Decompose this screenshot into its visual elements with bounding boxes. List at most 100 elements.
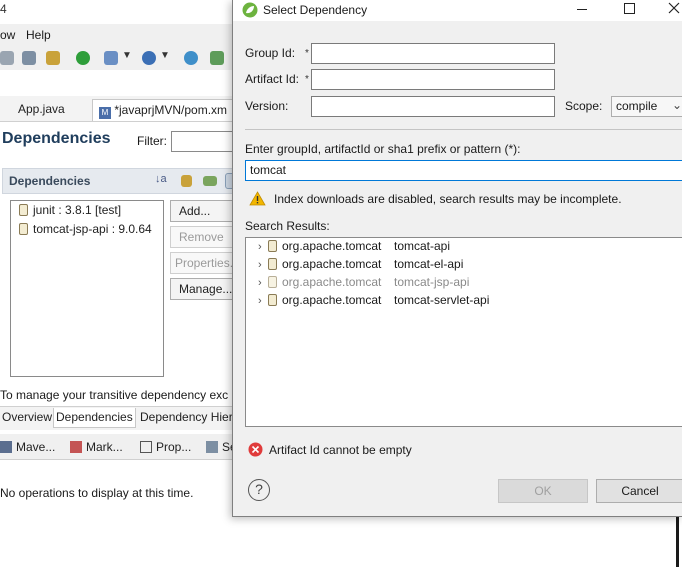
search-results-tree[interactable]: › org.apache.tomcat tomcat-api › org.apache…	[245, 237, 682, 427]
view-tab-label: Mave...	[16, 440, 56, 454]
sort-icon[interactable]: ↓a	[155, 173, 167, 185]
list-item[interactable]: tomcat-jsp-api : 9.0.64	[19, 222, 152, 236]
warning-icon	[249, 191, 266, 206]
manage-button[interactable]: Manage...	[170, 278, 240, 300]
filter-label: Filter:	[137, 134, 167, 148]
search-label: Enter groupId, artifactId or sha1 prefix…	[245, 142, 521, 156]
result-artifact: tomcat-api	[394, 239, 451, 253]
maximize-icon[interactable]	[624, 3, 635, 14]
scope-label: Scope:	[565, 99, 603, 113]
maven-file-icon: M	[99, 107, 111, 119]
menu-bar: ow Help	[0, 24, 240, 46]
minimize-icon[interactable]	[577, 9, 587, 10]
cancel-button[interactable]: Cancel	[596, 479, 682, 503]
toolbar-icon[interactable]	[0, 51, 14, 65]
toolbar-icon[interactable]	[46, 51, 60, 65]
close-icon[interactable]	[668, 2, 680, 14]
scope-select[interactable]: compile ⌄	[611, 96, 682, 117]
chevron-down-icon: ⌄	[672, 98, 682, 112]
window-title-fragment: 4	[0, 2, 7, 16]
group-id-label: Group Id:	[245, 46, 296, 60]
list-item-label: junit : 3.8.1 [test]	[33, 203, 122, 217]
result-group: org.apache.tomcat	[282, 293, 382, 307]
menu-help[interactable]: Help	[26, 28, 51, 42]
chevron-right-icon[interactable]: ›	[258, 295, 268, 307]
columns-icon[interactable]	[203, 176, 217, 186]
jar-icon	[268, 258, 277, 270]
error-message: Artifact Id cannot be empty	[269, 443, 412, 457]
hierarchy-icon[interactable]	[181, 175, 192, 187]
result-row[interactable]: › org.apache.tomcat tomcat-api	[258, 239, 450, 253]
select-dependency-dialog: Select Dependency Group Id: * Artifact I…	[232, 0, 682, 517]
result-group: org.apache.tomcat	[282, 257, 382, 271]
jar-icon	[268, 276, 277, 288]
eclipse-window: 4 ow Help ▼ ▼ App.java M *javaprjMVN/pom…	[0, 0, 240, 567]
chevron-down-icon[interactable]: ▼	[160, 50, 170, 61]
view-tab-label: Mark...	[86, 440, 123, 454]
dialog-title: Select Dependency	[263, 3, 368, 17]
warning-text: Index downloads are disabled, search res…	[274, 192, 622, 206]
chevron-down-icon[interactable]: ▼	[122, 50, 132, 61]
tab-pom-xml[interactable]: M *javaprjMVN/pom.xm	[92, 99, 235, 121]
globe-icon[interactable]	[184, 51, 198, 65]
menu-window[interactable]: ow	[0, 28, 15, 42]
no-operations-text: No operations to display at this time.	[0, 486, 194, 500]
artifact-id-label: Artifact Id:	[245, 72, 300, 86]
markers-icon	[70, 441, 82, 453]
tab-properties[interactable]: Prop...	[140, 440, 191, 454]
scope-value: compile	[616, 99, 658, 113]
tab-dependencies[interactable]: Dependencies	[53, 408, 136, 428]
background-edge	[676, 517, 679, 567]
toolbar-icon[interactable]	[22, 51, 36, 65]
chevron-right-icon[interactable]: ›	[258, 259, 268, 271]
dependencies-section-header: Dependencies ↓a	[2, 168, 240, 194]
chevron-right-icon[interactable]: ›	[258, 277, 268, 289]
section-title: Dependencies	[9, 174, 91, 188]
help-icon[interactable]: ?	[248, 479, 270, 501]
required-mark: *	[305, 48, 309, 59]
editor-tab-label: *javaprjMVN/pom.xm	[114, 103, 228, 117]
editor-tab-label: App.java	[18, 102, 65, 116]
new-icon[interactable]	[104, 51, 118, 65]
properties-icon	[140, 441, 152, 453]
ok-button[interactable]: OK	[498, 479, 588, 503]
maven-icon	[0, 441, 12, 453]
run-icon[interactable]	[76, 51, 90, 65]
list-item[interactable]: junit : 3.8.1 [test]	[19, 203, 121, 217]
tab-dependency-hierarchy[interactable]: Dependency Hier	[138, 408, 235, 428]
toolbar-icon[interactable]	[210, 51, 224, 65]
tab-app-java[interactable]: App.java	[0, 99, 71, 121]
debug-icon[interactable]	[142, 51, 156, 65]
dialog-titlebar[interactable]: Select Dependency	[233, 0, 682, 21]
servers-icon	[206, 441, 218, 453]
result-row[interactable]: › org.apache.tomcat tomcat-el-api	[258, 257, 463, 271]
add-button[interactable]: Add...	[170, 200, 240, 222]
error-icon	[248, 442, 263, 457]
filter-input[interactable]	[171, 131, 240, 152]
remove-button[interactable]: Remove	[170, 226, 240, 248]
properties-button[interactable]: Properties...	[170, 252, 240, 274]
version-label: Version:	[245, 99, 289, 113]
group-id-field[interactable]	[311, 43, 555, 64]
result-row[interactable]: › org.apache.tomcat tomcat-servlet-api	[258, 293, 489, 307]
search-input[interactable]: tomcat	[245, 160, 682, 181]
version-field[interactable]	[311, 96, 555, 117]
chevron-right-icon[interactable]: ›	[258, 241, 268, 253]
view-tab-label: Prop...	[156, 440, 192, 454]
required-mark: *	[305, 74, 309, 85]
list-item-label: tomcat-jsp-api : 9.0.64	[33, 222, 152, 236]
jar-icon	[19, 223, 28, 235]
result-row[interactable]: › org.apache.tomcat tomcat-jsp-api	[258, 275, 469, 289]
separator	[245, 129, 682, 130]
jar-icon	[268, 240, 277, 252]
result-artifact: tomcat-servlet-api	[394, 293, 490, 307]
tab-overview[interactable]: Overview	[0, 408, 54, 428]
result-group: org.apache.tomcat	[282, 239, 382, 253]
tab-maven[interactable]: Mave...	[0, 440, 55, 454]
artifact-id-field[interactable]	[311, 69, 555, 90]
result-artifact: tomcat-el-api	[394, 257, 464, 271]
result-group: org.apache.tomcat	[282, 275, 382, 289]
result-artifact: tomcat-jsp-api	[394, 275, 470, 289]
page-title: Dependencies	[2, 130, 111, 147]
tab-markers[interactable]: Mark...	[70, 440, 123, 454]
